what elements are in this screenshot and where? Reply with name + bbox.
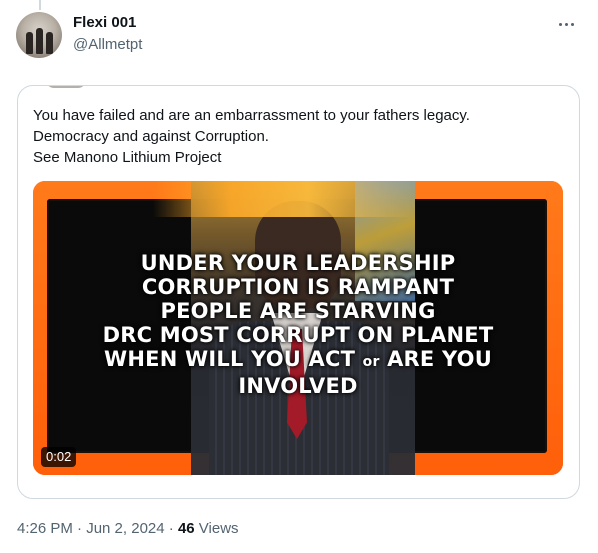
quoted-text-line: See Manono Lithium Project [33, 149, 222, 166]
overlay-fragment: or [362, 354, 380, 370]
quoted-text-line: Democracy and against Corruption. [33, 128, 269, 145]
thread-line [39, 0, 41, 10]
video-overlay-text: UNDER YOUR LEADERSHIP CORRUPTION IS RAMP… [33, 251, 563, 398]
overlay-line: UNDER YOUR LEADERSHIP [140, 251, 456, 275]
overlay-fragment: ARE YOU [387, 347, 492, 371]
author-handle[interactable]: @Allmetpt [73, 36, 142, 53]
quoted-tweet-text: You have failed and are an embarrassment… [33, 105, 563, 168]
overlay-line: INVOLVED [238, 374, 358, 398]
author-display-name[interactable]: Flexi 001 [73, 14, 136, 31]
tweet-meta: 4:26 PM · Jun 2, 2024 · 46 Views [17, 520, 239, 537]
views-label: Views [194, 520, 239, 537]
video-player[interactable]: UNDER YOUR LEADERSHIP CORRUPTION IS RAMP… [33, 181, 563, 475]
video-duration-badge: 0:02 [41, 447, 77, 467]
overlay-line-composite: WHEN WILL YOU ACT or ARE YOU [33, 347, 563, 374]
timestamp[interactable]: 4:26 PM · Jun 2, 2024 [17, 520, 165, 537]
views-count[interactable]: 46 [178, 520, 195, 537]
quoted-footer-peek: · · · · · · · · [33, 492, 93, 498]
more-horizontal-icon[interactable] [554, 14, 578, 34]
meta-separator: · [164, 520, 178, 537]
overlay-line: PEOPLE ARE STARVING [160, 299, 436, 323]
overlay-line: DRC MOST CORRUPT ON PLANET [102, 323, 494, 347]
quoted-tweet-card[interactable]: You have failed and are an embarrassment… [17, 85, 580, 499]
quoted-avatar-peek [46, 86, 86, 88]
overlay-line: CORRUPTION IS RAMPANT [141, 275, 455, 299]
avatar[interactable] [16, 12, 62, 58]
quoted-text-line: You have failed and are an embarrassment… [33, 107, 470, 124]
tweet-header: Flexi 001 @Allmetpt [16, 12, 582, 60]
overlay-fragment: WHEN WILL YOU ACT [104, 347, 356, 371]
